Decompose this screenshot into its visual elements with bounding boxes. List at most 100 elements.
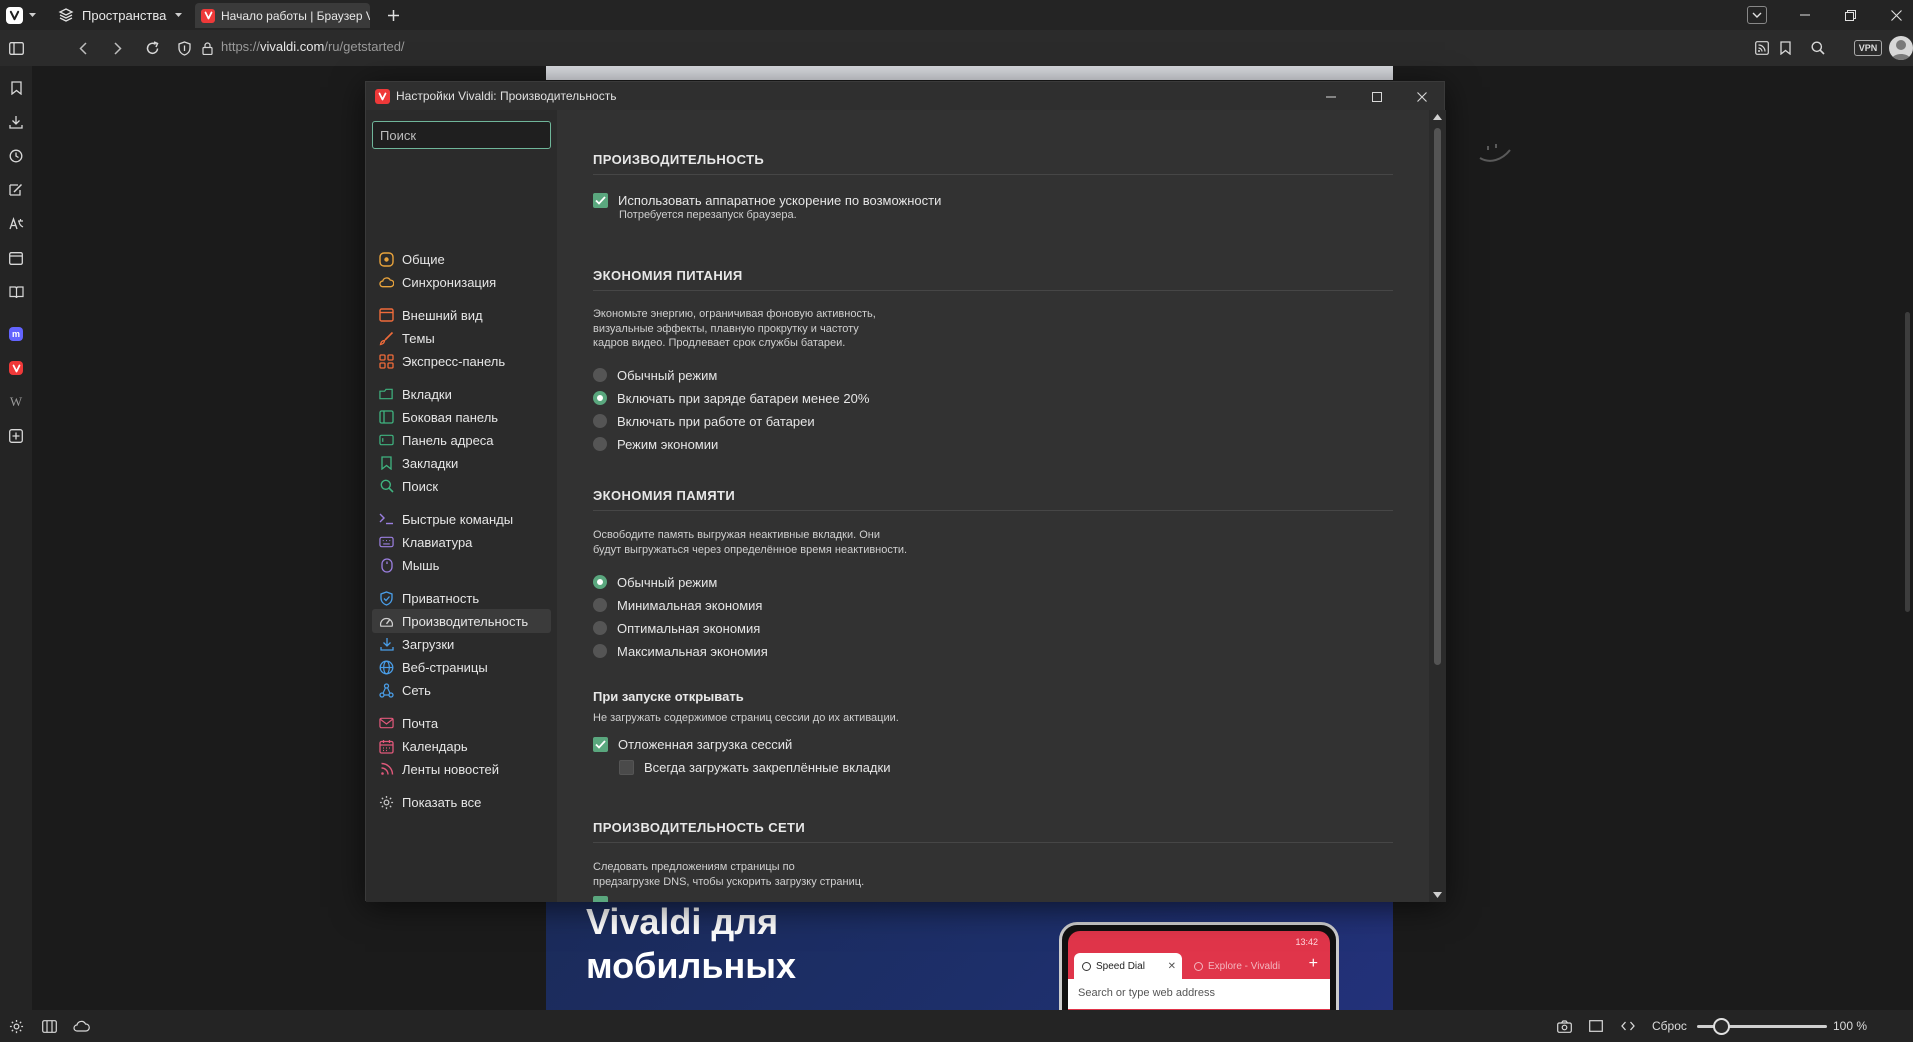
notes-panel-icon[interactable] — [6, 180, 26, 200]
power-mode-option-2[interactable]: Включать при заряде батареи менее 20% — [593, 388, 869, 408]
settings-titlebar[interactable]: Настройки Vivaldi: Производительность — [366, 82, 1444, 110]
sidebar-item-label: Боковая панель — [402, 409, 499, 425]
power-mode-option-3[interactable]: Включать при работе от батареи — [593, 411, 815, 431]
lock-icon[interactable] — [197, 38, 217, 58]
tab-list-button[interactable] — [1747, 6, 1767, 24]
forward-button[interactable] — [108, 38, 128, 58]
sidebar-item-speed-dial[interactable]: Экспресс-панель — [372, 349, 551, 373]
scroll-down-icon[interactable] — [1433, 892, 1442, 898]
sidebar-item-gear[interactable]: Показать все — [372, 790, 551, 814]
page-tiling-icon[interactable] — [1586, 1017, 1606, 1035]
vivaldi-favicon-icon — [1194, 961, 1203, 971]
vivaldi-menu-button[interactable] — [6, 6, 38, 24]
section-divider — [593, 510, 1393, 511]
url-field[interactable]: https://vivaldi.com/ru/getstarted/ — [221, 39, 405, 54]
checkbox-checked-icon — [593, 736, 608, 752]
page-actions-icon[interactable] — [1618, 1017, 1638, 1035]
memory-mode-option-4[interactable]: Максимальная экономия — [593, 641, 768, 661]
settings-scrollbar[interactable] — [1429, 110, 1446, 902]
bookmarks-panel-icon[interactable] — [6, 78, 26, 98]
pinned-tabs-checkbox[interactable]: Всегда загружать закреплённые вкладки — [619, 757, 890, 777]
downloads-panel-icon[interactable] — [6, 112, 26, 132]
settings-search-input[interactable] — [372, 121, 551, 149]
power-mode-option-4[interactable]: Режим экономии — [593, 434, 718, 454]
mastodon-panel-icon[interactable]: m — [6, 324, 26, 344]
panel-toggle-button[interactable] — [6, 38, 26, 58]
reading-list-panel-icon[interactable] — [6, 282, 26, 302]
sidebar-item-label: Быстрые команды — [402, 511, 514, 527]
settings-sidebar: Общие Синхронизация Внешний вид Темы Экспрес… — [366, 110, 557, 902]
sidebar-item-bookmark[interactable]: Закладки — [372, 451, 551, 475]
settings-scrollbar-thumb[interactable] — [1434, 128, 1441, 665]
close-icon: ✕ — [1167, 960, 1176, 972]
vpn-button[interactable]: VPN — [1854, 40, 1882, 56]
radio-unselected-icon — [593, 437, 607, 451]
memory-mode-option-1[interactable]: Обычный режим — [593, 572, 717, 592]
profile-avatar[interactable] — [1889, 36, 1913, 60]
sidebar-item-network[interactable]: Сеть — [372, 678, 551, 702]
settings-minimize-button[interactable] — [1321, 87, 1341, 107]
wikipedia-panel-icon[interactable]: W — [6, 392, 26, 412]
dns-prefetch-checkbox[interactable] — [593, 896, 608, 902]
memory-mode-option-2[interactable]: Минимальная экономия — [593, 595, 762, 615]
site-shield-icon[interactable] — [174, 38, 194, 58]
close-window-button[interactable] — [1886, 5, 1906, 25]
sidebar-item-label: Мышь — [402, 557, 440, 573]
feed-icon[interactable] — [1752, 38, 1772, 58]
sidebar-item-general[interactable]: Общие — [372, 247, 551, 271]
sidebar-item-calendar[interactable]: Календарь — [372, 734, 551, 758]
sidebar-item-appearance[interactable]: Внешний вид — [372, 303, 551, 327]
history-panel-icon[interactable] — [6, 146, 26, 166]
screenshot-camera-icon[interactable] — [1554, 1017, 1574, 1035]
sidebar-item-panel[interactable]: Боковая панель — [372, 405, 551, 429]
sidebar-item-tabs[interactable]: Вкладки — [372, 382, 551, 406]
sidebar-item-shield[interactable]: Приватность — [372, 586, 551, 610]
layers-icon — [58, 7, 74, 23]
general-icon — [379, 251, 394, 267]
zoom-reset-button[interactable]: Сброс — [1652, 1019, 1687, 1033]
workspaces-button[interactable]: Пространства — [58, 4, 183, 26]
sidebar-item-keyboard[interactable]: Клавиатура — [372, 530, 551, 554]
sidebar-item-brush[interactable]: Темы — [372, 326, 551, 350]
add-web-panel-icon[interactable] — [6, 426, 26, 446]
sidebar-item-mouse[interactable]: Мышь — [372, 553, 551, 577]
hw-accel-checkbox[interactable]: Использовать аппаратное ускорение по воз… — [593, 190, 941, 210]
settings-close-button[interactable] — [1412, 87, 1432, 107]
reload-button[interactable] — [142, 38, 162, 58]
settings-window: Настройки Vivaldi: Производительность Об… — [365, 81, 1446, 902]
settings-maximize-button[interactable] — [1367, 87, 1387, 107]
zoom-slider-handle[interactable] — [1713, 1018, 1730, 1035]
sync-cloud-icon[interactable] — [71, 1017, 91, 1035]
sidebar-item-label: Поиск — [402, 478, 439, 494]
sidebar-item-search[interactable]: Поиск — [372, 474, 551, 498]
scroll-up-icon[interactable] — [1433, 114, 1442, 120]
bookmark-page-icon[interactable] — [1775, 38, 1795, 58]
settings-window-title: Настройки Vivaldi: Производительность — [396, 89, 617, 103]
sidebar-item-cloud[interactable]: Синхронизация — [372, 270, 551, 294]
sidebar-item-feed[interactable]: Ленты новостей — [372, 757, 551, 781]
window-panel-icon[interactable] — [6, 248, 26, 268]
side-panel-strip: m W — [0, 66, 32, 1010]
page-scrollbar[interactable] — [1905, 312, 1910, 612]
restore-button[interactable] — [1840, 5, 1860, 25]
sidebar-item-mail[interactable]: Почта — [372, 711, 551, 735]
sidebar-item-gauge[interactable]: Производительность — [372, 609, 551, 633]
new-tab-button[interactable] — [382, 4, 404, 26]
settings-gear-icon[interactable] — [6, 1017, 26, 1035]
sidebar-item-label: Общие — [402, 251, 445, 267]
lazy-load-checkbox[interactable]: Отложенная загрузка сессий — [593, 734, 792, 754]
sidebar-item-address-bar[interactable]: Панель адреса — [372, 428, 551, 452]
sidebar-item-download[interactable]: Загрузки — [372, 632, 551, 656]
minimize-button[interactable] — [1795, 5, 1815, 25]
back-button[interactable] — [73, 38, 93, 58]
memory-mode-option-3[interactable]: Оптимальная экономия — [593, 618, 760, 638]
sidebar-item-quick-commands[interactable]: Быстрые команды — [372, 507, 551, 531]
tab-getstarted[interactable]: Начало работы | Браузер Vivaldi — [195, 3, 370, 28]
sidebar-item-globe[interactable]: Веб-страницы — [372, 655, 551, 679]
search-icon[interactable] — [1808, 38, 1828, 58]
tile-tabs-icon[interactable] — [39, 1017, 59, 1035]
phone-address-bar: Search or type web address — [1068, 979, 1330, 1009]
vivaldi-panel-icon[interactable] — [6, 358, 26, 378]
translate-panel-icon[interactable] — [6, 214, 26, 234]
power-mode-option-1[interactable]: Обычный режим — [593, 365, 717, 385]
